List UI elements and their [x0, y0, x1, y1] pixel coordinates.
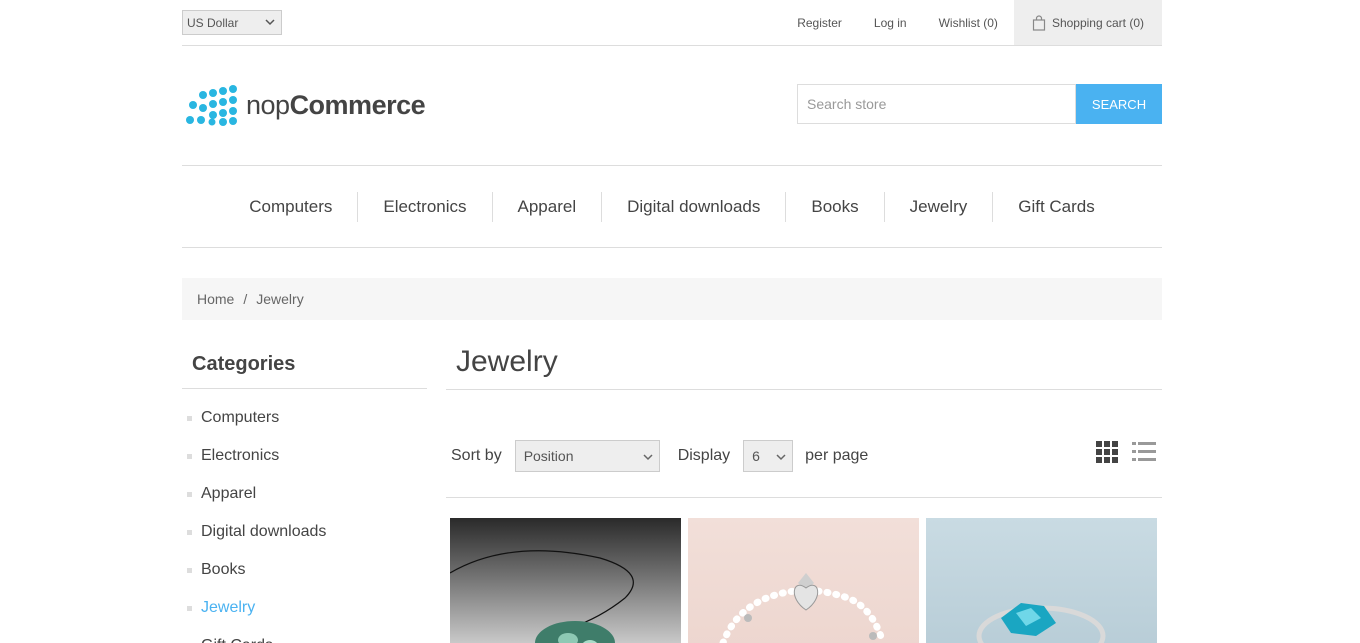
sidebar-item-gift-cards[interactable]: Gift Cards [182, 627, 427, 643]
register-link[interactable]: Register [797, 16, 842, 30]
main-content: Jewelry Sort by Position Display 6 per p… [446, 345, 1162, 643]
sidebar-item-jewelry[interactable]: Jewelry [182, 589, 427, 627]
chevron-down-icon [265, 19, 275, 26]
sidebar-item-apparel[interactable]: Apparel [182, 475, 427, 513]
page-size-value: 6 [752, 448, 760, 464]
login-link[interactable]: Log in [874, 16, 907, 30]
breadcrumb-current: Jewelry [256, 291, 304, 307]
breadcrumb-home[interactable]: Home [197, 291, 234, 307]
search-input[interactable] [797, 84, 1076, 124]
ring-image [976, 603, 1106, 643]
sidebar: Categories Computers Electronics Apparel… [182, 345, 427, 643]
view-mode-switch [1096, 441, 1156, 463]
menu-item-jewelry[interactable]: Jewelry [883, 192, 993, 222]
categories-title: Categories [182, 345, 427, 389]
search-button[interactable]: SEARCH [1076, 84, 1162, 124]
product-image[interactable] [450, 518, 681, 643]
sort-label: Sort by [451, 447, 502, 464]
currency-select[interactable]: US Dollar [182, 10, 282, 35]
necklace-image [450, 550, 634, 643]
top-menu: Computers Electronics Apparel Digital do… [182, 167, 1162, 248]
breadcrumb-separator: / [243, 291, 248, 307]
page-size-select[interactable]: 6 [743, 440, 794, 472]
header-links: Register Log in Wishlist (0) Shopping ca… [765, 0, 1162, 45]
per-page-label: per page [805, 447, 869, 464]
list-view-icon[interactable] [1132, 441, 1156, 463]
menu-item-books[interactable]: Books [785, 192, 883, 222]
menu-item-electronics[interactable]: Electronics [357, 192, 491, 222]
shopping-cart-link[interactable]: Shopping cart (0) [1013, 0, 1162, 45]
header-upper: US Dollar Register Log in Wishlist (0) S… [182, 0, 1162, 46]
categories-list: Computers Electronics Apparel Digital do… [182, 389, 427, 643]
logo-text-prefix: nop [246, 89, 290, 120]
bracelet-image [719, 573, 887, 643]
menu-item-computers[interactable]: Computers [224, 192, 357, 222]
chevron-down-icon [643, 454, 653, 461]
sort-select[interactable]: Position [514, 440, 660, 472]
search-box: SEARCH [797, 84, 1162, 124]
breadcrumb: Home / Jewelry [182, 278, 1162, 320]
wishlist-link[interactable]: Wishlist (0) [939, 16, 998, 30]
sidebar-item-electronics[interactable]: Electronics [182, 437, 427, 475]
store-logo[interactable]: nopCommerce [184, 84, 426, 126]
product-grid [450, 518, 1157, 643]
shopping-bag-icon [1032, 14, 1046, 31]
product-image[interactable] [926, 518, 1157, 643]
display-label: Display [677, 447, 731, 464]
menu-item-gift-cards[interactable]: Gift Cards [992, 192, 1120, 222]
menu-item-digital-downloads[interactable]: Digital downloads [601, 192, 785, 222]
menu-item-apparel[interactable]: Apparel [491, 192, 602, 222]
logo-text-suffix: Commerce [289, 89, 426, 120]
sort-select-value: Position [523, 448, 574, 464]
logo-dots-icon [186, 85, 237, 126]
sidebar-item-digital-downloads[interactable]: Digital downloads [182, 513, 427, 551]
page-title: Jewelry [446, 345, 1162, 390]
chevron-down-icon [776, 454, 786, 461]
currency-value: US Dollar [187, 16, 239, 30]
sidebar-item-books[interactable]: Books [182, 551, 427, 589]
sidebar-item-computers[interactable]: Computers [182, 399, 427, 437]
product-toolbar: Sort by Position Display 6 per page [446, 390, 1162, 498]
logo-text: nopCommerce [246, 89, 426, 121]
sort-display-row: Sort by Position Display 6 per page [451, 440, 868, 472]
grid-view-icon[interactable] [1096, 441, 1118, 463]
shopping-cart-label: Shopping cart (0) [1051, 15, 1144, 30]
header-lower: nopCommerce SEARCH [182, 46, 1162, 166]
product-image[interactable] [688, 518, 919, 643]
